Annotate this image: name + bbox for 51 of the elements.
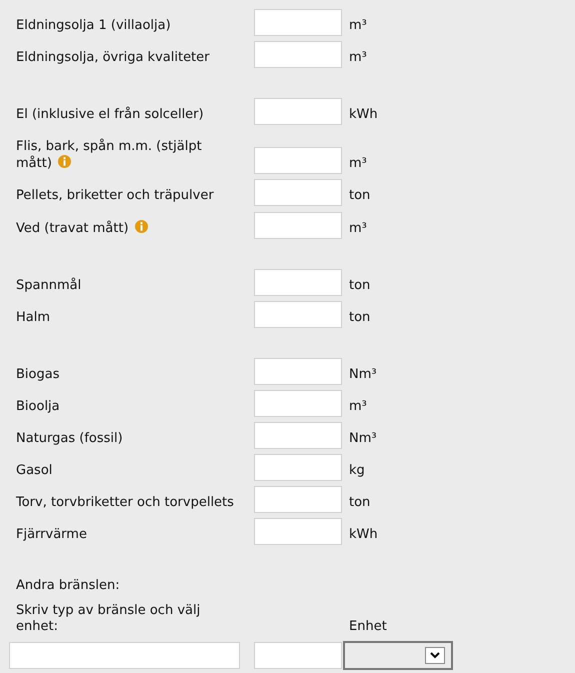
caret-icon <box>425 647 445 664</box>
field-label: Spannmål <box>15 276 82 295</box>
unit-label: kWh <box>349 107 378 124</box>
field-label: Flis, bark, spån m.m. (stjälpt mått) <box>15 138 203 173</box>
input-field[interactable] <box>254 9 342 36</box>
input-field[interactable] <box>254 301 342 328</box>
unit-label: Nm³ <box>349 367 377 384</box>
unit-dropdown[interactable] <box>343 641 453 670</box>
field-label: Gasol <box>15 462 54 480</box>
unit-label: m³ <box>349 399 367 416</box>
field-label: El (inklusive el från solceller) <box>15 106 205 124</box>
field-label: Fjärrvärme <box>15 526 88 544</box>
field-label: Eldningsolja 1 (villaolja) <box>15 18 172 35</box>
unit-label: ton <box>349 495 370 512</box>
amount-field[interactable] <box>254 642 342 669</box>
unit-label: kWh <box>349 527 378 544</box>
input-field[interactable] <box>254 41 342 68</box>
input-field[interactable] <box>254 358 342 385</box>
unit-label: m³ <box>349 18 367 35</box>
input-field[interactable] <box>254 269 342 296</box>
field-label: Halm <box>15 309 52 327</box>
unit-label: ton <box>349 310 370 327</box>
input-field[interactable] <box>254 212 342 239</box>
input-field[interactable] <box>254 390 342 417</box>
field-label: Eldningsolja, övriga kvaliteter <box>15 49 211 67</box>
input-field[interactable] <box>254 179 342 206</box>
unit-label: m³ <box>349 156 367 173</box>
field-label: Torv, torvbriketter och torvpellets <box>15 494 235 512</box>
field-label: Naturgas (fossil) <box>15 430 124 448</box>
fuel-type-field[interactable] <box>9 642 240 669</box>
unit-label: m³ <box>349 221 367 238</box>
input-field[interactable] <box>254 147 342 174</box>
info-icon[interactable] <box>134 220 148 233</box>
unit-label: Nm³ <box>349 431 377 448</box>
field-label: Biogas <box>15 366 60 384</box>
unit-label: ton <box>349 188 370 205</box>
field-label: Bioolja <box>15 398 61 416</box>
field-label: Ved (travat mått) <box>0 210 238 239</box>
unit-label: kg <box>349 463 365 480</box>
section-heading: Andra bränslen: <box>15 578 121 594</box>
input-field[interactable] <box>254 518 342 545</box>
info-icon[interactable] <box>58 155 71 168</box>
instruction-text: Skriv typ av bränsle och välj enhet: <box>15 603 202 635</box>
unit-label: m³ <box>349 50 367 67</box>
input-field[interactable] <box>254 454 342 481</box>
column-header: Enhet <box>349 619 387 635</box>
field-label: Pellets, briketter och träpulver <box>15 187 215 205</box>
input-field[interactable] <box>254 98 342 125</box>
input-field[interactable] <box>254 422 342 449</box>
input-field[interactable] <box>254 486 342 513</box>
unit-label: ton <box>349 278 370 295</box>
